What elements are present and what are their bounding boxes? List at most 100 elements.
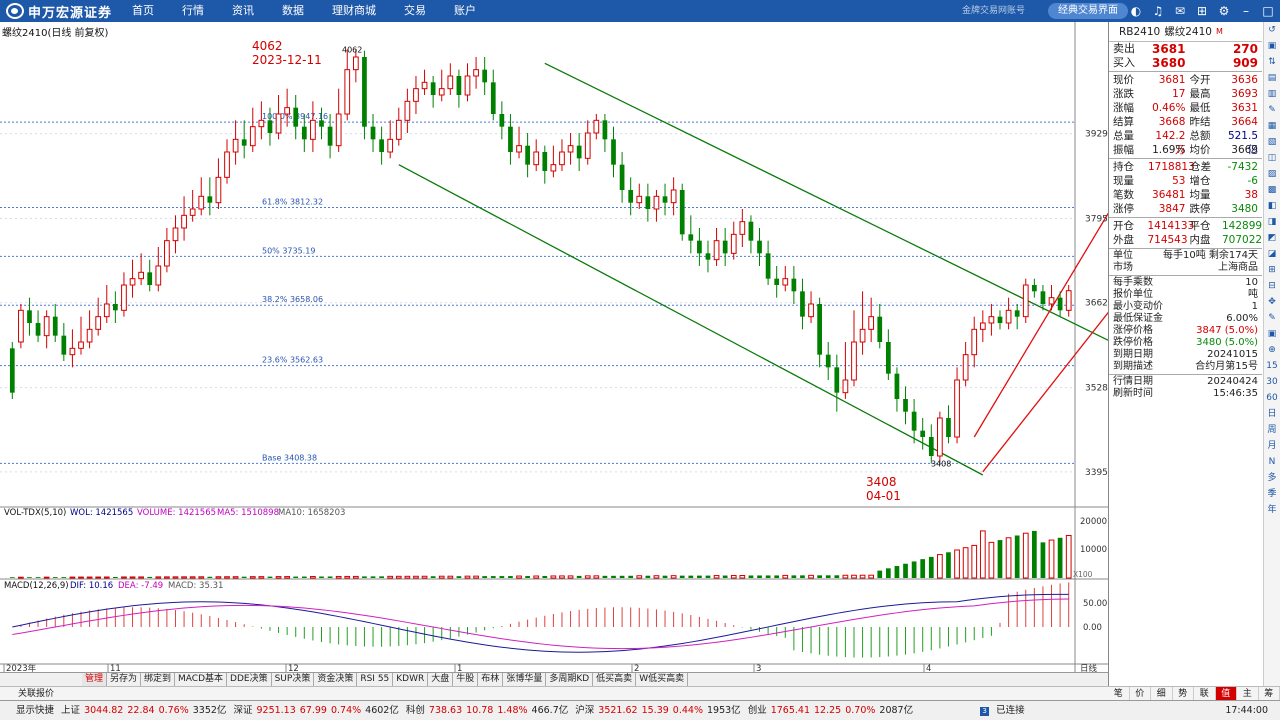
indicator-tab[interactable]: SUP决策 (272, 673, 315, 686)
toolbar-tool-icon[interactable]: ✎ (1264, 310, 1280, 326)
toolbar-tool-icon[interactable]: ◧ (1264, 198, 1280, 214)
refresh-time-label: 刷新时间 (1113, 388, 1153, 399)
market-label: 市场 (1113, 262, 1133, 273)
bid-label: 买入 (1113, 56, 1135, 69)
indicator-tab[interactable]: 张博华量 (503, 673, 547, 686)
nav-trade[interactable]: 交易 (390, 0, 440, 22)
toolbar-tool-icon[interactable]: ▣ (1264, 38, 1280, 54)
toolbar-tool-icon[interactable]: 多 (1264, 470, 1280, 486)
chart-area[interactable]: 100.0% 3947.1661.8% 3812.3250% 3735.1938… (0, 22, 1108, 686)
toolbar-tool-icon[interactable]: 日 (1264, 406, 1280, 422)
panel-tab[interactable]: 笔 (1108, 687, 1130, 700)
panel-tab[interactable]: 联 (1194, 687, 1216, 700)
indicator-tab[interactable]: 大盘 (428, 673, 454, 686)
toolbar-tool-icon[interactable]: ⊟ (1264, 278, 1280, 294)
toggle-icon[interactable]: ◐ (1128, 3, 1144, 19)
sz-index-pct: 0.74% (330, 705, 362, 716)
indicator-tab[interactable]: RSI 55 (357, 673, 394, 686)
toolbar-tool-icon[interactable]: ⊕ (1264, 342, 1280, 358)
stat-value: 1414133 (1147, 220, 1195, 232)
period-label: 日线 (1080, 663, 1098, 672)
indicator-tab[interactable]: KDWR (393, 673, 429, 686)
nav-wealth[interactable]: 理财商城 (318, 0, 390, 22)
indicator-tab[interactable]: 另存为 (107, 673, 142, 686)
candle-body (645, 196, 651, 209)
indicator-tab[interactable]: W低买高卖 (636, 673, 689, 686)
toolbar-tool-icon[interactable]: ▧ (1264, 134, 1280, 150)
toolbar-tool-icon[interactable]: 15 (1264, 358, 1280, 374)
volume-bar (645, 575, 651, 578)
volume-bar (774, 575, 780, 578)
toolbar-tool-icon[interactable]: ▩ (1264, 182, 1280, 198)
nav-home[interactable]: 首页 (118, 0, 168, 22)
toolbar-tool-icon[interactable]: 季 (1264, 486, 1280, 502)
panel-tab[interactable]: 细 (1151, 687, 1173, 700)
toolbar-tool-icon[interactable]: 年 (1264, 502, 1280, 518)
indicator-tab[interactable]: 绑定到 (141, 673, 176, 686)
kline-chart[interactable]: 100.0% 3947.1661.8% 3812.3250% 3735.1938… (0, 22, 1108, 672)
minimize-icon[interactable]: – (1238, 3, 1254, 19)
volume-bar (52, 577, 58, 578)
panel-tab[interactable]: 势 (1173, 687, 1194, 700)
candle-body (739, 221, 746, 235)
grid-icon[interactable]: ⊞ (1194, 3, 1210, 19)
panel-tab[interactable]: 主 (1237, 687, 1259, 700)
volume-bar (258, 576, 265, 579)
toolbar-tool-icon[interactable]: 60 (1264, 390, 1280, 406)
panel-tab[interactable]: 价 (1130, 687, 1151, 700)
volume-bar (584, 575, 591, 579)
related-quotes-bar[interactable]: 关联报价 (0, 686, 1108, 700)
toolbar-tool-icon[interactable]: ▦ (1264, 118, 1280, 134)
indicator-tab[interactable]: 资金决策 (314, 673, 358, 686)
nav-account[interactable]: 账户 (440, 0, 490, 22)
toolbar-tool-icon[interactable]: ▥ (1264, 86, 1280, 102)
indicator-tab[interactable]: DDE决策 (227, 673, 272, 686)
maximize-icon[interactable]: □ (1260, 3, 1276, 19)
candle-body (464, 75, 471, 96)
toolbar-tool-icon[interactable]: ⊞ (1264, 262, 1280, 278)
toolbar-tool-icon[interactable]: ◫ (1264, 150, 1280, 166)
toolbar-tool-icon[interactable]: ▨ (1264, 166, 1280, 182)
quick-toggle[interactable]: 显示快捷 (16, 705, 54, 716)
candle-body (653, 195, 660, 210)
toolbar-tool-icon[interactable]: ▤ (1264, 70, 1280, 86)
toolbar-tool-icon[interactable]: ◩ (1264, 230, 1280, 246)
toolbar-tool-icon[interactable]: ◨ (1264, 214, 1280, 230)
headset-icon[interactable]: ♫ (1150, 3, 1166, 19)
toolbar-tool-icon[interactable]: ↺ (1264, 22, 1280, 38)
month-label: 12 (288, 664, 299, 672)
volume-bar (482, 576, 488, 578)
toolbar-tool-icon[interactable]: ✥ (1264, 294, 1280, 310)
nav-news[interactable]: 资讯 (218, 0, 268, 22)
toolbar-tool-icon[interactable]: 周 (1264, 422, 1280, 438)
quote-row: 外盘 714543 内盘 707022 (1109, 233, 1262, 247)
toolbar-tool-icon[interactable]: 月 (1264, 438, 1280, 454)
toolbar-tool-icon[interactable]: ✎ (1264, 102, 1280, 118)
volume-bar (688, 575, 694, 578)
brand-logo-icon (6, 3, 24, 19)
indicator-tab[interactable]: 低买高卖 (593, 673, 637, 686)
gear-icon[interactable]: ⚙ (1216, 3, 1232, 19)
nav-market[interactable]: 行情 (168, 0, 218, 22)
ask-price: 3681 (1152, 42, 1186, 56)
mail-icon[interactable]: ✉ (1172, 3, 1188, 19)
volume-bar (164, 576, 170, 579)
panel-tab[interactable]: 值 (1215, 687, 1237, 700)
indicator-tab[interactable]: MACD基本 (175, 673, 228, 686)
ask-label: 卖出 (1113, 42, 1135, 55)
indicator-tab[interactable]: 多周期KD (546, 673, 594, 686)
toolbar-tool-icon[interactable]: N (1264, 454, 1280, 470)
toolbar-tool-icon[interactable]: ▣ (1264, 326, 1280, 342)
nav-data[interactable]: 数据 (268, 0, 318, 22)
indicator-tab[interactable]: 布林 (478, 673, 504, 686)
toolbar-tool-icon[interactable]: 30 (1264, 374, 1280, 390)
panel-tab[interactable]: 筹 (1259, 687, 1280, 700)
contract-info-row: 涨停价格 3847 (5.0%) (1109, 325, 1262, 337)
indicator-tab[interactable]: 管理 (82, 673, 108, 686)
toolbar-tool-icon[interactable]: ⇅ (1264, 54, 1280, 70)
month-label: 4 (926, 664, 931, 672)
classic-trade-button[interactable]: 经典交易界面 (1048, 3, 1128, 19)
stat-value: 1.69% (1152, 144, 1186, 156)
toolbar-tool-icon[interactable]: ◪ (1264, 246, 1280, 262)
indicator-tab[interactable]: 牛股 (453, 673, 479, 686)
